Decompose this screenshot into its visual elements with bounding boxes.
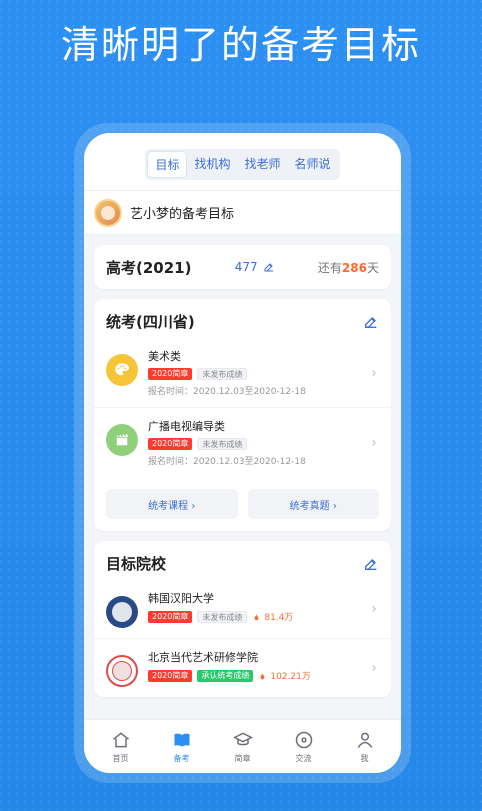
edit-pencil-icon[interactable] [363,556,379,572]
graduation-cap-icon [232,731,253,745]
segmented-tabs: 目标 找机构 找老师 名师说 [145,149,340,180]
tongkao-courses-button[interactable]: 统考课程 › [106,489,238,519]
gaokao-score-value: 477 [234,260,258,274]
exam-tags: 2020简章 未发布成绩 [148,368,379,380]
chevron-right-icon [369,368,379,378]
nav-label: 我 [360,753,369,763]
gaokao-row: 高考(2021) 477 还有286天 [94,245,391,289]
exam-registration-date: 报名时间：2020.12.03至2020-12-18 [148,457,306,467]
tongkao-title: 统考(四川省) [106,313,195,331]
app-screen: 目标 找机构 找老师 名师说 艺小梦的备考目标 高考(2021) 477 还有2… [84,133,401,773]
status-badge: 未发布成绩 [197,368,248,380]
bottom-tab-bar: 首页 备考 简章 交流 我 [84,719,401,773]
exam-name: 美术类 [148,350,181,363]
school-name: 韩国汉阳大学 [148,592,214,605]
status-badge: 承认统考成绩 [197,669,254,682]
promo-headline: 清晰明了的备考目标 [60,23,421,67]
chevron-right-icon [369,663,379,673]
nav-home[interactable]: 首页 [91,730,151,764]
school-logo-inner [112,661,132,681]
fire-icon [254,612,259,621]
edit-pencil-icon[interactable] [363,314,379,330]
chevron-right-icon [369,438,379,448]
countdown-prefix: 还有 [317,260,342,275]
nav-label: 交流 [295,753,312,763]
clapperboard-icon [106,424,138,456]
hot-count: 81.4万 [252,610,293,623]
edit-pencil-icon[interactable] [263,261,275,273]
nav-prepare[interactable]: 备考 [152,730,212,764]
nav-me[interactable]: 我 [335,730,395,764]
list-item[interactable]: 广播电视编导类 2020简章 未发布成绩 报名时间：2020.12.03至202… [94,407,391,477]
exam-tags: 2020简章 未发布成绩 [148,438,379,450]
tab-goal[interactable]: 目标 [147,151,188,178]
tab-find-teacher[interactable]: 找老师 [238,151,288,178]
school-logo-icon [106,596,138,628]
target-schools-card: 目标院校 韩国汉阳大学 2020简章 未发布成绩 81.4万 北京当代艺术研修学… [94,541,391,697]
exam-meta: 广播电视编导类 2020简章 未发布成绩 报名时间：2020.12.03至202… [148,418,379,467]
school-meta: 北京当代艺术研修学院 2020简章 承认统考成绩 102.21万 [148,649,379,686]
user-icon [357,732,372,748]
user-goal-title: 艺小梦的备考目标 [130,207,235,222]
exam-name: 广播电视编导类 [148,420,225,433]
nav-label: 首页 [112,753,129,763]
home-icon [112,731,129,747]
school-meta: 韩国汉阳大学 2020简章 未发布成绩 81.4万 [148,590,379,627]
status-badge: 2020简章 [148,368,193,380]
chevron-right-icon [369,604,379,614]
target-schools-header: 目标院校 [94,541,391,580]
tab-famous-teacher[interactable]: 名师说 [288,151,338,178]
school-tags: 2020简章 未发布成绩 81.4万 [148,610,379,623]
top-tabs-bar: 目标 找机构 找老师 名师说 [84,133,401,191]
status-badge: 未发布成绩 [197,610,248,623]
nav-label: 备考 [173,753,190,763]
status-badge: 2020简章 [148,669,193,682]
target-schools-title: 目标院校 [106,555,167,573]
nav-community[interactable]: 交流 [274,730,334,764]
gaokao-score[interactable]: 477 [235,260,275,274]
chat-icon [295,731,312,748]
school-tags: 2020简章 承认统考成绩 102.21万 [148,669,379,682]
tab-find-institution[interactable]: 找机构 [187,151,237,178]
nav-brochure[interactable]: 简章 [213,730,273,764]
nav-label: 简章 [234,753,251,763]
tongkao-actions: 统考课程 › 统考真题 › [94,477,391,531]
list-item[interactable]: 美术类 2020简章 未发布成绩 报名时间：2020.12.03至2020-12… [94,338,391,407]
status-badge: 2020简章 [148,610,193,623]
status-badge: 未发布成绩 [197,438,248,450]
content-scroll-area[interactable]: 艺小梦的备考目标 高考(2021) 477 还有286天 统考(四川省) 美术类… [84,191,401,719]
gaokao-card: 高考(2021) 477 还有286天 [94,245,391,289]
hot-count: 102.21万 [258,669,311,682]
hot-count-value: 81.4万 [264,613,294,623]
avatar[interactable] [94,198,122,227]
gaokao-countdown: 还有286天 [318,259,379,276]
fire-icon [260,671,265,680]
palette-icon [106,354,138,386]
list-item[interactable]: 韩国汉阳大学 2020简章 未发布成绩 81.4万 [94,580,391,638]
user-goal-header: 艺小梦的备考目标 [84,191,401,235]
tongkao-card: 统考(四川省) 美术类 2020简章 未发布成绩 报名时间：2020.12.03… [94,299,391,531]
phone-mockup: 目标 找机构 找老师 名师说 艺小梦的备考目标 高考(2021) 477 还有2… [74,123,411,783]
gaokao-title: 高考(2021) [106,258,192,277]
school-logo-inner [112,602,132,622]
list-item[interactable]: 北京当代艺术研修学院 2020简章 承认统考成绩 102.21万 [94,638,391,697]
school-logo-icon [106,655,138,687]
exam-meta: 美术类 2020简章 未发布成绩 报名时间：2020.12.03至2020-12… [148,348,379,397]
tongkao-questions-button[interactable]: 统考真题 › [247,489,379,519]
countdown-days: 286 [341,260,367,275]
tongkao-header: 统考(四川省) [94,299,391,338]
hot-count-value: 102.21万 [270,672,311,682]
school-name: 北京当代艺术研修学院 [148,651,258,664]
exam-registration-date: 报名时间：2020.12.03至2020-12-18 [148,387,306,397]
status-badge: 2020简章 [148,438,193,450]
countdown-suffix: 天 [366,260,379,275]
book-icon [174,733,189,747]
avatar-face [101,205,115,220]
